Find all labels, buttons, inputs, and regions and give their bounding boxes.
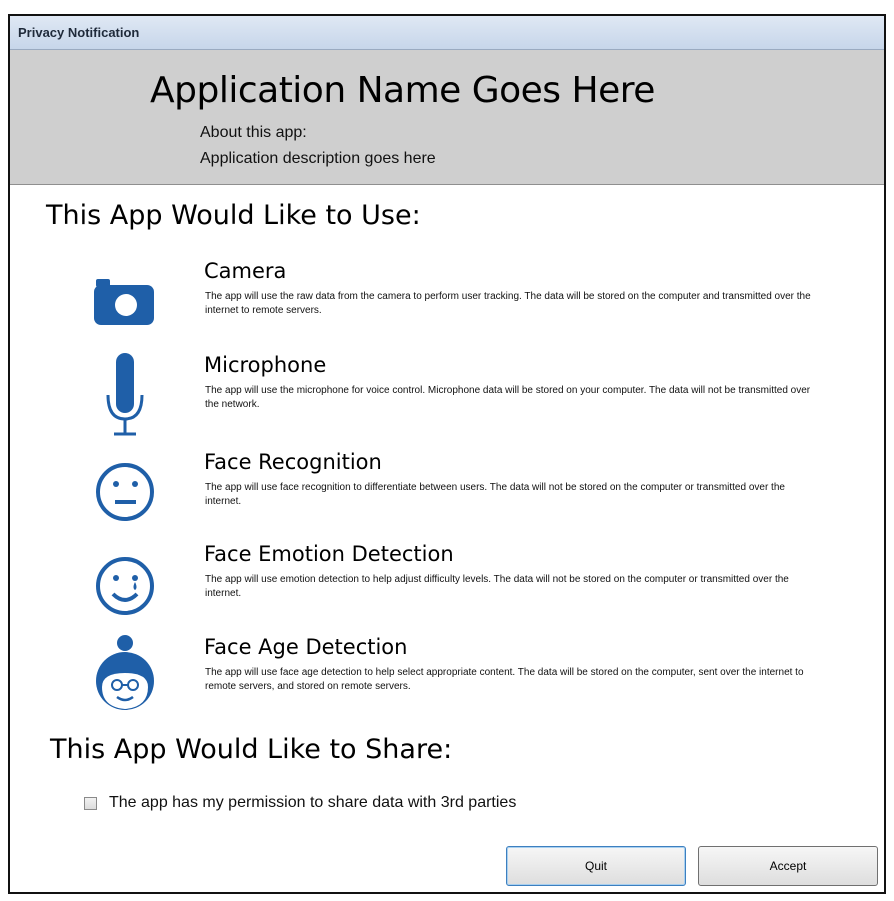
about-description: Application description goes here <box>200 150 436 167</box>
app-name: Application Name Goes Here <box>150 70 655 111</box>
privacy-notification-window: Privacy Notification Application Name Go… <box>8 14 886 894</box>
window-title: Privacy Notification <box>18 25 140 40</box>
permission-face-age-detection: Face Age Detection The app will use face… <box>80 635 860 721</box>
camera-icon <box>94 279 154 325</box>
permission-description: The app will use the microphone for voic… <box>205 385 811 410</box>
permission-face-emotion-detection: Face Emotion Detection The app will use … <box>80 542 860 628</box>
face-smile-tear-icon <box>96 557 154 615</box>
permission-description: The app will use face recognition to dif… <box>205 482 785 507</box>
permission-name: Face Recognition <box>204 450 382 474</box>
permission-description: The app will use emotion detection to he… <box>205 574 789 599</box>
permission-description: The app will use face age detection to h… <box>205 667 804 692</box>
permission-description: The app will use the raw data from the c… <box>205 291 811 316</box>
use-section-title: This App Would Like to Use: <box>46 200 421 231</box>
about-label: About this app: <box>200 124 307 141</box>
permission-name: Face Emotion Detection <box>204 542 454 566</box>
share-permission-label[interactable]: The app has my permission to share data … <box>109 794 516 812</box>
share-permission-checkbox[interactable] <box>84 796 97 810</box>
permission-face-recognition: Face Recognition The app will use face r… <box>80 450 860 536</box>
permission-name: Microphone <box>204 353 327 377</box>
share-section-title: This App Would Like to Share: <box>50 734 453 765</box>
permission-camera: Camera The app will use the raw data fro… <box>80 259 860 345</box>
face-elder-glasses-icon <box>96 635 154 710</box>
face-neutral-icon <box>96 463 154 521</box>
permission-name: Face Age Detection <box>204 635 408 659</box>
quit-button[interactable]: Quit <box>506 846 686 886</box>
permission-name: Camera <box>204 259 287 283</box>
app-header: Application Name Goes Here About this ap… <box>10 50 884 185</box>
permission-microphone: Microphone The app will use the micropho… <box>80 353 860 439</box>
title-bar[interactable]: Privacy Notification <box>10 16 884 50</box>
microphone-icon <box>106 353 144 436</box>
share-permission-row[interactable]: The app has my permission to share data … <box>84 794 516 812</box>
accept-button[interactable]: Accept <box>698 846 878 886</box>
